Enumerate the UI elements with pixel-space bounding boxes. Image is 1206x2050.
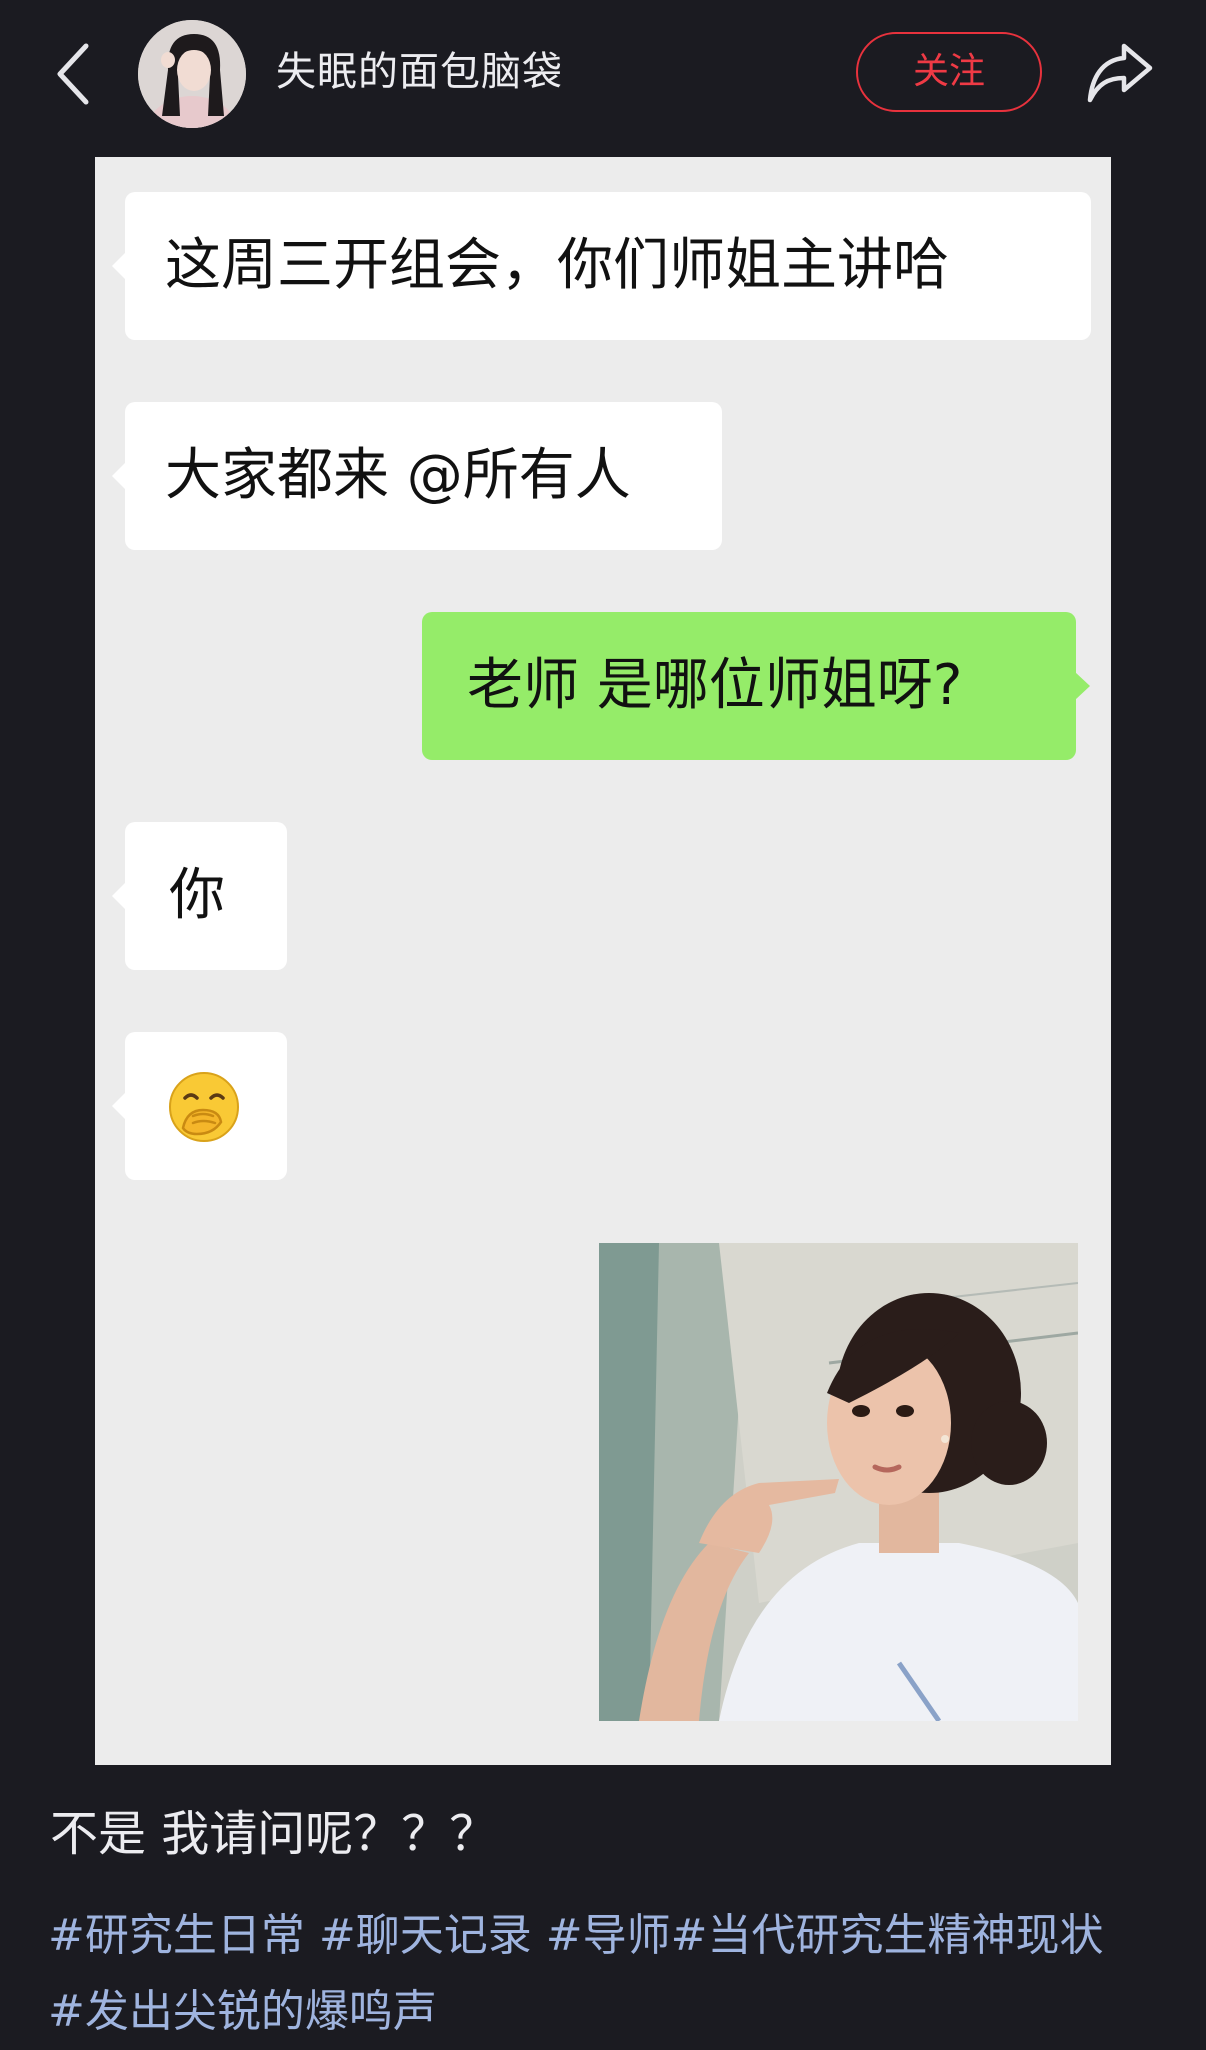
message-text: 你 xyxy=(169,863,225,928)
hashtag-link[interactable]: #研究生日常 xyxy=(48,1910,305,1961)
hashtag-link[interactable]: #聊天记录 xyxy=(319,1910,532,1961)
message-bubble-right: 老师 是哪位师姐呀? xyxy=(422,612,1090,760)
hashtag-link[interactable]: #当代研究生精神现状 xyxy=(671,1910,1104,1961)
girl-pointing-sticker[interactable] xyxy=(599,1243,1078,1721)
share-arrow-icon xyxy=(1087,43,1153,103)
message-bubble-left xyxy=(112,1032,287,1180)
message-text: 大家都来 @所有人 xyxy=(165,443,631,508)
back-button[interactable] xyxy=(48,36,100,112)
username[interactable]: 失眠的面包脑袋 xyxy=(276,44,563,100)
message-bubble-left: 你 xyxy=(112,822,287,970)
sticker-image xyxy=(599,1243,1078,1721)
avatar[interactable] xyxy=(138,20,246,128)
avatar-image xyxy=(138,20,246,128)
chat-screenshot[interactable]: 这周三开组会，你们师姐主讲哈 大家都来 @所有人 老师 是哪位师姐呀? 你 xyxy=(95,157,1111,1765)
message-bubble-left: 大家都来 @所有人 xyxy=(112,402,722,550)
post-caption: 不是 我请问呢？？？ xyxy=(50,1806,498,1862)
hashtag-link[interactable]: #导师 xyxy=(546,1910,671,1961)
message-bubble-left: 这周三开组会，你们师姐主讲哈 xyxy=(112,192,1091,340)
hashtag-link[interactable]: #发出尖锐的爆鸣声 xyxy=(48,1986,437,2037)
share-button[interactable] xyxy=(1084,36,1156,108)
hand-over-mouth-emoji-icon xyxy=(169,1072,239,1142)
hashtag-list: #研究生日常 #聊天记录 #导师#当代研究生精神现状 #发出尖锐的爆鸣声 xyxy=(48,1898,1168,2050)
message-text: 老师 是哪位师姐呀? xyxy=(467,653,963,718)
top-bar: 失眠的面包脑袋 关注 xyxy=(0,0,1206,150)
chevron-left-icon xyxy=(57,43,89,105)
follow-button[interactable]: 关注 xyxy=(856,32,1042,112)
message-text: 这周三开组会，你们师姐主讲哈 xyxy=(165,233,949,298)
